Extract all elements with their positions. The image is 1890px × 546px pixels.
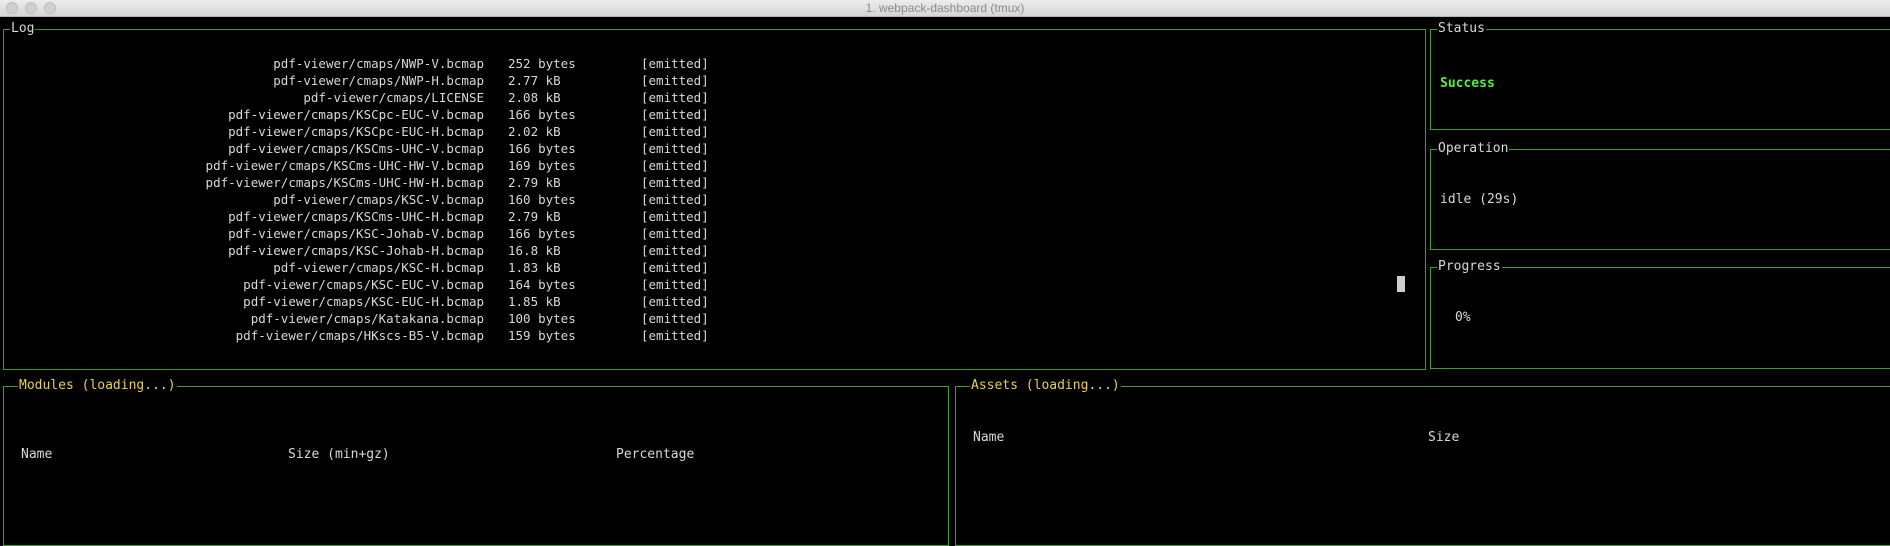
modules-column-size: Size (min+gz) (288, 447, 390, 462)
progress-panel-title: Progress (1437, 259, 1502, 275)
status-value: Success (1440, 76, 1495, 91)
modules-column-percentage: Percentage (616, 447, 695, 462)
log-row: pdf-viewer/cmaps/NWP-H.bcmap 2.77 kB [emit… (4, 72, 708, 89)
log-row-size: 166 bytes (508, 107, 576, 122)
log-row-size: 1.85 kB (508, 294, 561, 309)
progress-panel: Progress 0% (1430, 259, 1890, 369)
log-row-status: [emitted] (641, 158, 709, 173)
assets-column-name: Name (973, 430, 1005, 445)
log-row: pdf-viewer/cmaps/KSCms-UHC-H.bcmap 2.79 k… (4, 208, 709, 225)
log-row-filename: pdf-viewer/cmaps/LICENSE (303, 90, 484, 105)
log-row-status: [emitted] (641, 311, 709, 326)
log-panel-title: Log (10, 21, 36, 37)
modules-column-name: Name (21, 447, 53, 462)
modules-panel[interactable]: Modules (loading...) Name Size (min+gz) … (3, 378, 949, 546)
assets-panel[interactable]: Assets (loading...) Name Size (955, 378, 1890, 546)
log-row-filename: pdf-viewer/cmaps/NWP-H.bcmap (273, 73, 484, 88)
log-row: pdf-viewer/cmaps/KSC-EUC-V.bcmap 164 byte… (4, 276, 709, 293)
log-list: pdf-viewer/cmaps/NWP-V.bcmap 252 bytes [em… (4, 55, 724, 365)
log-row: pdf-viewer/cmaps/Katakana.bcmap 100 bytes… (4, 310, 709, 327)
log-row-size: 100 bytes (508, 311, 576, 326)
log-row-status: [emitted] (641, 73, 709, 88)
log-row-size: 160 bytes (508, 192, 576, 207)
progress-value: 0% (1455, 310, 1471, 325)
log-row-size: 2.79 kB (508, 175, 561, 190)
log-row-status: [emitted] (641, 226, 709, 241)
log-row-status: [emitted] (641, 209, 709, 224)
log-row-status: [emitted] (641, 260, 709, 275)
log-row: pdf-viewer/cmaps/KSCpc-EUC-V.bcmap 166 by… (4, 106, 709, 123)
status-panel: Status Success (1430, 21, 1890, 130)
modules-panel-title: Modules (loading...) (18, 378, 177, 394)
log-row-filename: pdf-viewer/cmaps/NWP-V.bcmap (273, 56, 484, 71)
log-row-size: 2.08 kB (508, 90, 561, 105)
operation-panel-title: Operation (1437, 141, 1510, 157)
log-row-filename: pdf-viewer/cmaps/KSCpc-EUC-V.bcmap (228, 107, 484, 122)
log-row-status: [emitted] (641, 243, 709, 258)
log-row-filename: pdf-viewer/cmaps/KSC-Johab-V.bcmap (228, 226, 484, 241)
log-row-filename: pdf-viewer/cmaps/KSCms-UHC-H.bcmap (228, 209, 484, 224)
log-row-filename: pdf-viewer/cmaps/KSC-Johab-H.bcmap (228, 243, 484, 258)
log-row-size: 166 bytes (508, 141, 576, 156)
log-row-status: [emitted] (641, 277, 709, 292)
log-row-filename: pdf-viewer/cmaps/KSC-EUC-V.bcmap (243, 277, 484, 292)
log-row: pdf-viewer/cmaps/KSC-H.bcmap 1.83 kB [emit… (4, 259, 708, 276)
log-row: pdf-viewer/cmaps/KSC-Johab-H.bcmap 16.8 k… (4, 242, 709, 259)
log-row-filename: pdf-viewer/cmaps/KSCms-UHC-HW-H.bcmap (205, 175, 484, 190)
operation-value: idle (29s) (1440, 192, 1519, 207)
log-row-status: [emitted] (641, 56, 709, 71)
log-row-status: [emitted] (641, 141, 709, 156)
log-row-status: [emitted] (641, 124, 709, 139)
log-row-size: 16.8 kB (508, 243, 561, 258)
status-panel-title: Status (1437, 21, 1486, 37)
log-row-filename: pdf-viewer/cmaps/KSC-H.bcmap (273, 260, 484, 275)
assets-panel-title: Assets (loading...) (970, 378, 1121, 394)
log-row-filename: pdf-viewer/cmaps/KSCms-UHC-V.bcmap (228, 141, 484, 156)
log-row-size: 1.83 kB (508, 260, 561, 275)
log-row: pdf-viewer/cmaps/KSC-Johab-V.bcmap 166 by… (4, 225, 709, 242)
log-row-status: [emitted] (641, 328, 709, 343)
log-row-size: 2.77 kB (508, 73, 561, 88)
log-row-status: [emitted] (641, 107, 709, 122)
log-row-filename: pdf-viewer/cmaps/HKscs-B5-V.bcmap (235, 328, 484, 343)
log-row-filename: pdf-viewer/cmaps/KSC-V.bcmap (273, 192, 484, 207)
log-row: pdf-viewer/cmaps/KSC-EUC-H.bcmap 1.85 kB [… (4, 293, 709, 310)
log-row-size: 252 bytes (508, 56, 576, 71)
log-row: pdf-viewer/cmaps/KSCms-UHC-HW-H.bcmap 2.7… (4, 174, 709, 191)
log-row: pdf-viewer/cmaps/KSCms-UHC-V.bcmap 166 by… (4, 140, 709, 157)
log-row-status: [emitted] (641, 294, 709, 309)
window-title: 1. webpack-dashboard (tmux) (865, 1, 1025, 15)
log-row-filename: pdf-viewer/cmaps/KSC-EUC-H.bcmap (243, 294, 484, 309)
log-row-status: [emitted] (641, 175, 709, 190)
log-row-filename: pdf-viewer/cmaps/KSCms-UHC-HW-V.bcmap (205, 158, 484, 173)
log-row-size: 169 bytes (508, 158, 576, 173)
log-row: pdf-viewer/cmaps/KSCms-UHC-HW-V.bcmap 169… (4, 157, 709, 174)
log-row-filename: pdf-viewer/cmaps/Katakana.bcmap (250, 311, 484, 326)
log-panel[interactable]: Log pdf-viewer/cmaps/NWP-V.bcmap 252 byte… (3, 21, 1426, 370)
log-row-status: [emitted] (641, 90, 709, 105)
log-row-size: 2.02 kB (508, 124, 561, 139)
log-row: pdf-viewer/cmaps/LICENSE 2.08 kB [emitted] (4, 89, 708, 106)
log-row: pdf-viewer/cmaps/HKscs-B5-V.bcmap 159 byt… (4, 327, 709, 344)
assets-column-size: Size (1428, 430, 1460, 445)
log-row: pdf-viewer/cmaps/NWP-V.bcmap 252 bytes [em… (4, 55, 708, 72)
log-row: pdf-viewer/cmaps/KSCpc-EUC-H.bcmap 2.02 k… (4, 123, 709, 140)
log-row: pdf-viewer/cmaps/KSC-V.bcmap 160 bytes [em… (4, 191, 708, 208)
log-row-size: 2.79 kB (508, 209, 561, 224)
terminal-cursor (1397, 276, 1405, 292)
log-row-size: 164 bytes (508, 277, 576, 292)
window-titlebar: 1. webpack-dashboard (tmux) (0, 0, 1890, 17)
log-row-size: 159 bytes (508, 328, 576, 343)
log-row-status: [emitted] (641, 192, 709, 207)
log-row-size: 166 bytes (508, 226, 576, 241)
log-row-filename: pdf-viewer/cmaps/KSCpc-EUC-H.bcmap (228, 124, 484, 139)
operation-panel: Operation idle (29s) (1430, 141, 1890, 250)
